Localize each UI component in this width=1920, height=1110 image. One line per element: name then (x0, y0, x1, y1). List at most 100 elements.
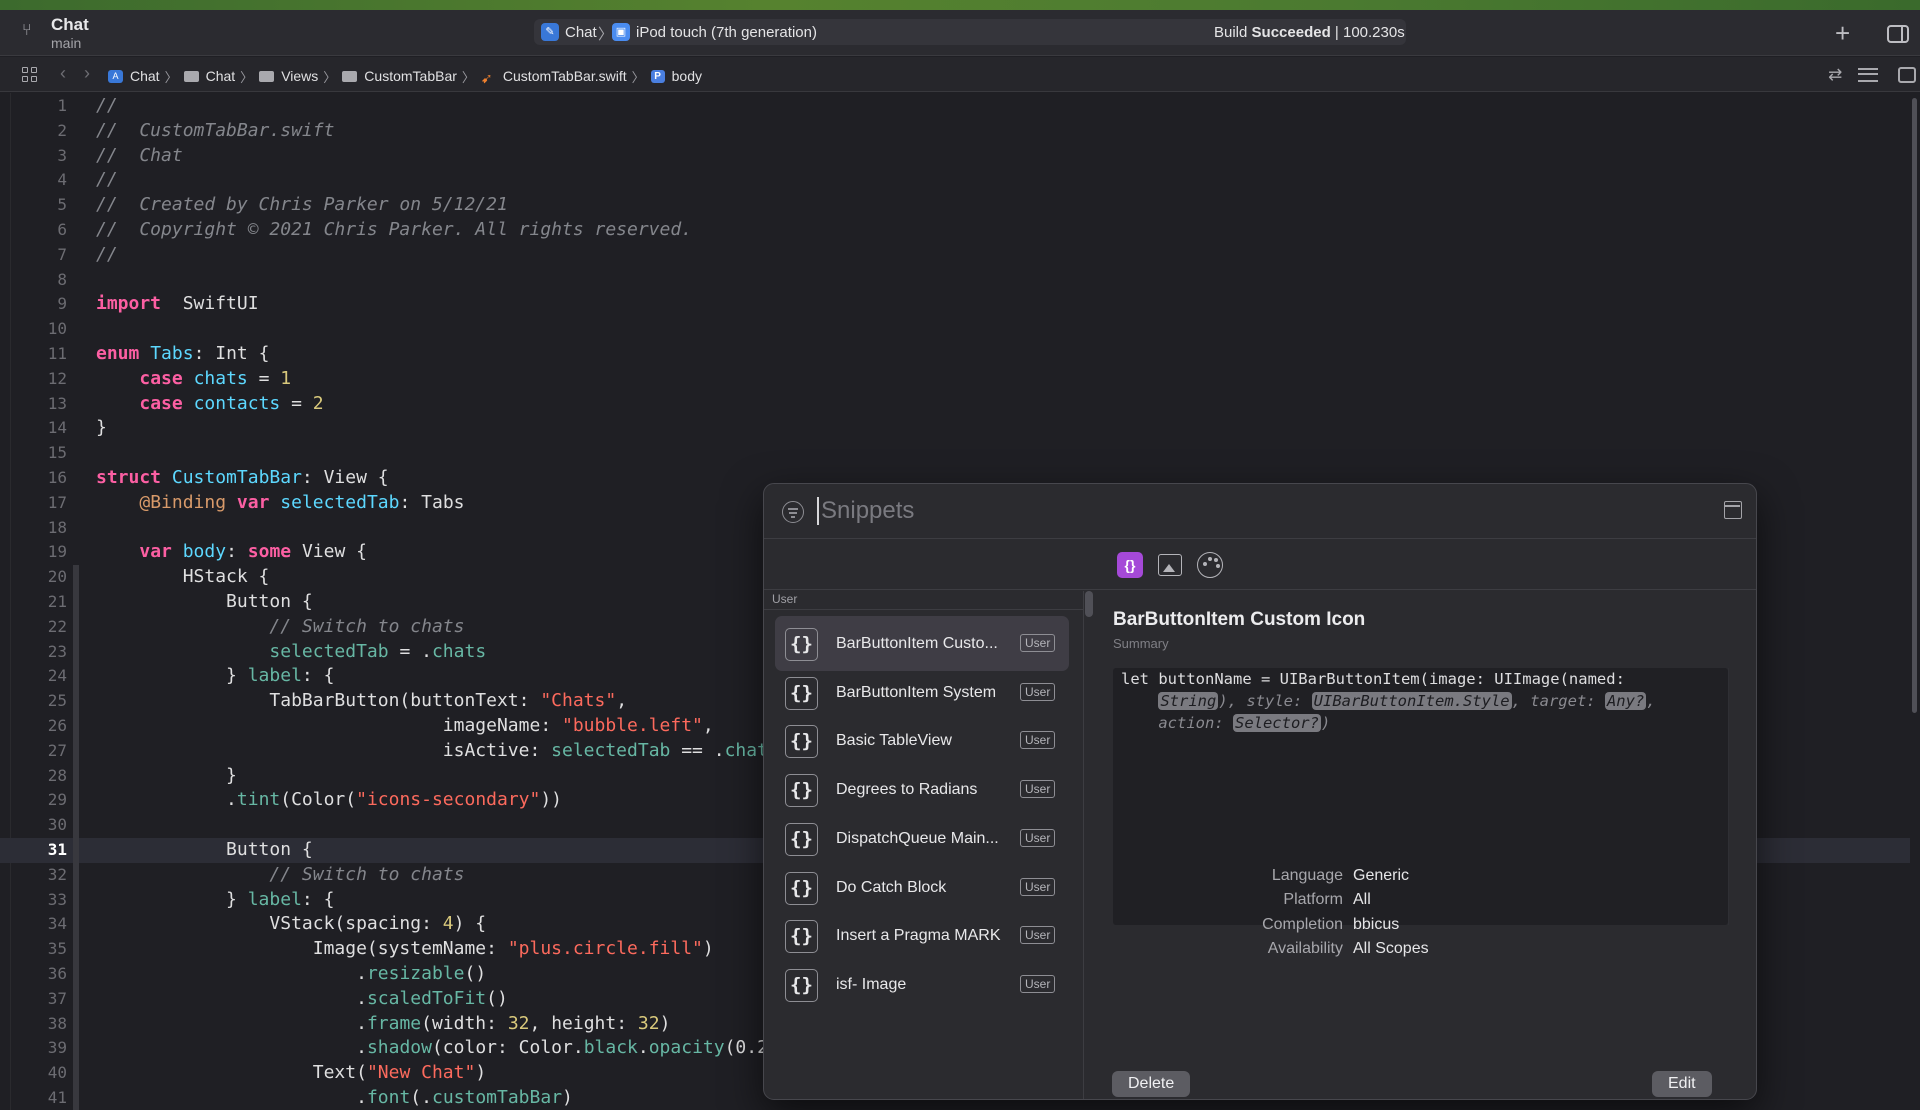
code-line[interactable]: 10 (0, 317, 1910, 342)
filter-icon[interactable] (782, 501, 804, 523)
breadcrumb: A Chat 〉 Chat 〉 Views 〉 CustomTabBar 〉 ➹ Custo… (108, 66, 702, 86)
code-fold-ribbon[interactable] (73, 887, 79, 913)
code-snippets-tab-icon[interactable]: {} (1117, 552, 1143, 578)
code-line[interactable]: 11 enum Tabs: Int { (0, 342, 1910, 367)
code-fold-ribbon[interactable] (73, 614, 79, 640)
add-icon[interactable]: + (1835, 18, 1850, 49)
snippet-list-item[interactable]: {} Basic TableView User (775, 713, 1069, 768)
code-token: // Created by Chris Parker on 5/12/21 (96, 194, 508, 216)
branch-name[interactable]: main (51, 35, 81, 51)
snippets-search-input[interactable] (821, 494, 1621, 528)
breadcrumb-item-views[interactable]: Views 〉 (259, 67, 342, 86)
line-number: 21 (47, 592, 67, 611)
navigate-back-icon[interactable]: ‹ (60, 63, 66, 84)
code-fold-ribbon[interactable] (73, 1036, 79, 1062)
meta-row-completion: Completion bbicus (1084, 916, 1756, 938)
breadcrumb-item-project[interactable]: A Chat 〉 (108, 67, 184, 86)
snippet-list-item[interactable]: {} BarButtonItem System User (775, 665, 1069, 720)
code-fold-ribbon[interactable] (73, 689, 79, 714)
code-line[interactable]: 4 // (0, 168, 1910, 193)
navigate-forward-icon[interactable]: › (84, 63, 90, 84)
code-line[interactable]: 6 // Copyright © 2021 Chris Parker. All r… (0, 218, 1910, 243)
code-token: // CustomTabBar.swift (96, 119, 335, 141)
code-line[interactable]: 8 (0, 268, 1910, 293)
code-fold-ribbon[interactable] (73, 763, 79, 789)
build-status[interactable]: Build Succeeded | 100.230s (1214, 24, 1405, 41)
code-fold-ribbon[interactable] (73, 714, 79, 739)
snippet-list-item[interactable]: {} DispatchQueue Main... User (775, 811, 1069, 866)
code-fold-ribbon[interactable] (73, 1061, 79, 1086)
code-fold-ribbon[interactable] (73, 1011, 79, 1037)
code-fold-ribbon[interactable] (73, 565, 79, 590)
code-token: var (236, 491, 270, 513)
snippet-list-item[interactable]: {} Insert a Pragma MARK User (775, 908, 1069, 963)
code-review-icon[interactable]: ⇄ (1828, 65, 1842, 85)
code-line[interactable]: 5 // Created by Chris Parker on 5/12/21 (0, 193, 1910, 218)
project-name[interactable]: Chat (51, 15, 89, 35)
code-line[interactable]: 9 import SwiftUI (0, 292, 1910, 317)
code-text: case chats = 1 (96, 367, 291, 392)
code-line[interactable]: 14} (0, 416, 1910, 441)
code-fold-ribbon[interactable] (73, 937, 79, 962)
meta-key: Completion (1262, 916, 1343, 933)
snippet-list-item[interactable]: {} isf- Image User (775, 957, 1069, 1012)
code-text: @Binding var selectedTab: Tabs (96, 491, 464, 516)
source-control-branch-icon[interactable]: ⑂ (22, 22, 40, 44)
placeholder-token: String (1158, 692, 1219, 710)
scheme-selector[interactable]: Chat (565, 24, 597, 41)
code-line[interactable]: 1 // (0, 94, 1910, 119)
breadcrumb-item-customtabbar-folder[interactable]: CustomTabBar 〉 (342, 67, 481, 86)
code-fold-ribbon[interactable] (73, 1086, 79, 1110)
related-items-grid-icon[interactable] (22, 67, 38, 83)
code-line[interactable]: 15 (0, 441, 1910, 466)
code-fold-ribbon[interactable] (73, 838, 79, 863)
code-line[interactable]: 13 case contacts = 2 (0, 392, 1910, 417)
delete-button[interactable]: Delete (1112, 1071, 1191, 1097)
code-token: struct (96, 467, 162, 488)
code-token: // (96, 243, 118, 265)
keep-open-window-icon[interactable] (1724, 501, 1742, 519)
line-number: 11 (47, 344, 67, 363)
code-fold-ribbon[interactable] (73, 986, 79, 1012)
code-fold-ribbon[interactable] (73, 590, 79, 615)
add-editor-icon[interactable] (1898, 67, 1916, 83)
edit-button[interactable]: Edit (1652, 1071, 1712, 1097)
code-fold-ribbon[interactable] (73, 738, 79, 764)
editor-options-icon[interactable] (1858, 68, 1878, 82)
breadcrumb-item-file[interactable]: ➹ CustomTabBar.swift 〉 (481, 67, 651, 86)
colors-tab-icon[interactable] (1197, 552, 1223, 578)
breadcrumb-item-symbol[interactable]: Pbody (650, 68, 702, 84)
code-fold-ribbon[interactable] (73, 912, 79, 938)
code-fold-ribbon[interactable] (73, 788, 79, 814)
code-token: . (96, 1012, 367, 1034)
code-line[interactable]: 12 case chats = 1 (0, 367, 1910, 392)
snippet-list-item[interactable]: {} Do Catch Block User (775, 860, 1069, 915)
code-line[interactable]: 2 // CustomTabBar.swift (0, 119, 1910, 144)
run-destination-selector[interactable]: iPod touch (7th generation) (636, 24, 817, 41)
editor-scrollbar[interactable] (1912, 98, 1917, 713)
breadcrumb-label: CustomTabBar.swift (502, 68, 627, 84)
snippet-list-item[interactable]: {} BarButtonItem Custo... User (775, 616, 1069, 671)
code-text: // (96, 168, 118, 193)
device-icon[interactable]: ▣ (612, 23, 630, 41)
inspector-toggle-icon[interactable] (1887, 25, 1909, 43)
app-scheme-icon[interactable]: ✎ (541, 23, 559, 41)
code-token: case (139, 392, 183, 414)
snippet-code-line: action: Selector?) (1158, 714, 1331, 732)
chevron-right-icon: 〉 (240, 69, 254, 85)
code-fold-ribbon[interactable] (73, 962, 79, 987)
code-text: .scaledToFit() (96, 987, 508, 1012)
snippet-list-item[interactable]: {} Degrees to Radians User (775, 762, 1069, 817)
code-fold-ribbon[interactable] (73, 813, 79, 838)
media-tab-icon[interactable] (1158, 554, 1182, 576)
code-token: selectedTab (269, 640, 389, 662)
code-fold-ribbon[interactable] (73, 664, 79, 690)
code-line[interactable]: 3 // Chat (0, 144, 1910, 169)
code-text: Button { (96, 838, 313, 863)
code-fold-ribbon[interactable] (73, 862, 79, 888)
breadcrumb-item-group[interactable]: Chat 〉 (183, 67, 260, 86)
code-line[interactable]: 7 // (0, 243, 1910, 268)
code-fold-ribbon[interactable] (73, 639, 79, 665)
